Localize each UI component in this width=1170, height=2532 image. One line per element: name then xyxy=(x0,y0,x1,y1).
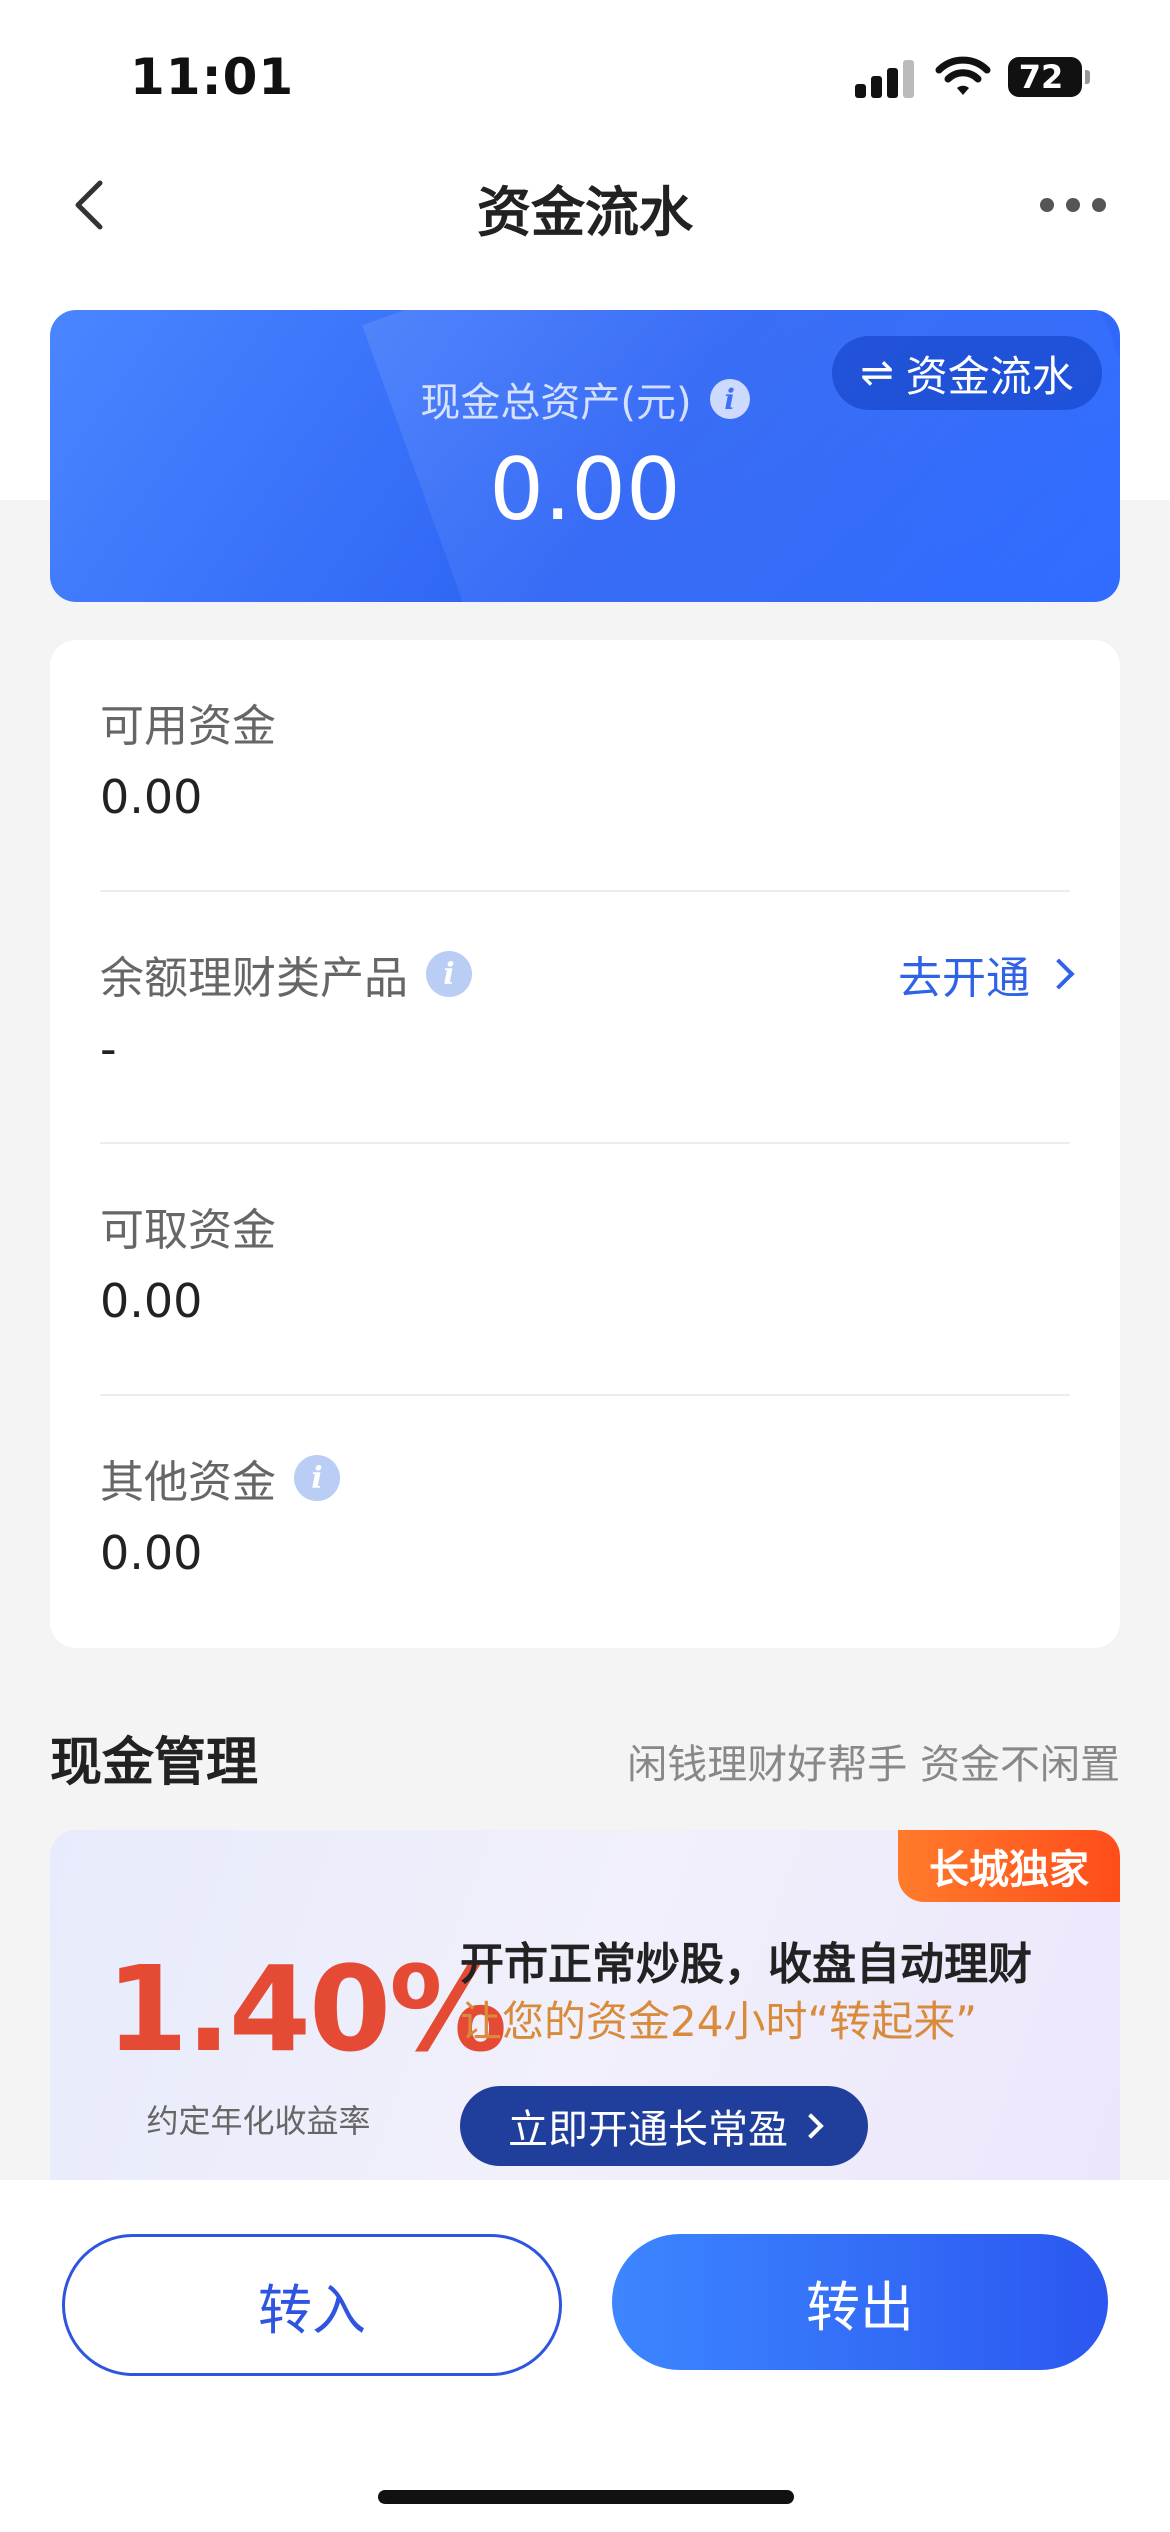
activate-product-button[interactable]: 立即开通长常盈 xyxy=(460,2086,868,2166)
chevron-right-icon xyxy=(798,2113,824,2139)
home-indicator xyxy=(378,2490,794,2504)
activate-link[interactable]: 去开通 xyxy=(898,942,1075,1006)
total-asset-label-row: 现金总资产(元) i xyxy=(50,370,1120,428)
total-asset-card: ⇌ 资金流水 现金总资产(元) i 0.00 xyxy=(50,310,1120,602)
signal-icon xyxy=(855,58,915,98)
fund-row-withdrawable: 可取资金 0.00 xyxy=(100,1144,1070,1396)
battery-icon: 72 xyxy=(1008,57,1090,97)
info-icon[interactable]: i xyxy=(709,379,750,419)
status-bar: 11:01 72 xyxy=(0,0,1170,150)
annual-rate-label: 约定年化收益率 xyxy=(146,2102,371,2140)
fund-label: 可用资金 xyxy=(100,701,276,752)
bottom-action-bar: 转入 转出 xyxy=(0,2180,1170,2532)
fund-label: 可取资金 xyxy=(100,1205,276,1256)
transfer-out-button[interactable]: 转出 xyxy=(612,2234,1108,2370)
battery-level: 72 xyxy=(1018,58,1064,96)
fund-row-balance-products: 余额理财类产品 i 去开通 - xyxy=(100,892,1075,1144)
transfer-in-button[interactable]: 转入 xyxy=(62,2234,562,2376)
activate-product-label: 立即开通长常盈 xyxy=(508,2107,788,2153)
fund-value: 0.00 xyxy=(100,1526,203,1580)
page-title: 资金流水 xyxy=(477,181,693,244)
wifi-icon xyxy=(935,56,991,95)
section-title: 现金管理 xyxy=(50,1733,259,1793)
fund-row-available: 可用资金 0.00 xyxy=(100,640,1070,892)
chevron-right-icon xyxy=(1043,958,1075,990)
funds-detail-card: 可用资金 0.00 余额理财类产品 i 去开通 - 可取资金 0.00 其他资金… xyxy=(50,640,1120,1648)
fund-label: 其他资金 xyxy=(100,1457,276,1508)
promo-headline: 开市正常炒股，收盘自动理财 xyxy=(460,1939,1032,1990)
fund-value: 0.00 xyxy=(100,770,203,824)
total-asset-label: 现金总资产(元) xyxy=(420,380,692,426)
activate-link-label: 去开通 xyxy=(898,953,1030,1004)
nav-bar: 资金流水 xyxy=(0,150,1170,260)
promo-subline: 让您的资金24小时“转起来” xyxy=(460,1997,977,2046)
section-subtitle: 闲钱理财好帮手 资金不闲置 xyxy=(627,1742,1120,1788)
fund-value: - xyxy=(100,1022,117,1076)
total-asset-value: 0.00 xyxy=(489,440,681,540)
fund-row-other: 其他资金 i 0.00 xyxy=(100,1396,1070,1648)
fund-value: 0.00 xyxy=(100,1274,203,1328)
info-icon[interactable]: i xyxy=(294,1455,340,1501)
info-icon[interactable]: i xyxy=(426,951,472,997)
exclusive-badge: 长城独家 xyxy=(898,1830,1120,1902)
annual-rate: 1.40% xyxy=(106,1940,507,2078)
status-time: 11:01 xyxy=(130,48,295,106)
fund-label: 余额理财类产品 xyxy=(100,953,408,1004)
page: 11:01 72 资金流水 ⇌ 资金流水 现金总资产(元) i 0.00 可用资… xyxy=(0,0,1170,2532)
more-options-button[interactable] xyxy=(1040,188,1110,218)
promo-banner[interactable]: 长城独家 1.40% 约定年化收益率 开市正常炒股，收盘自动理财 让您的资金24… xyxy=(50,1830,1120,2190)
